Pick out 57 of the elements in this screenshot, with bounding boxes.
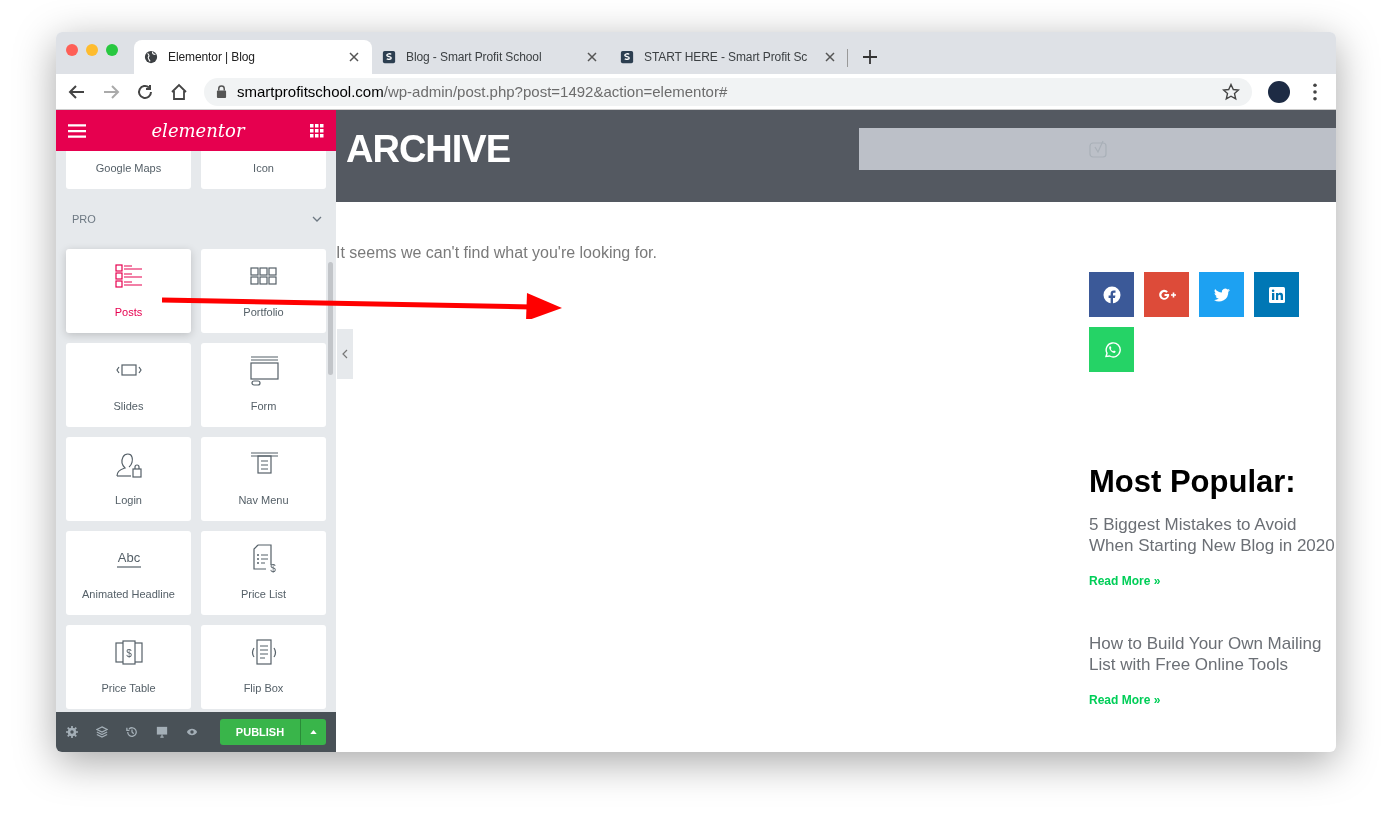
widget-card[interactable]: Icon xyxy=(201,151,326,189)
caret-icon xyxy=(310,729,317,735)
section-header[interactable]: PRO xyxy=(66,189,326,249)
publish-options-button[interactable] xyxy=(300,719,326,745)
browser-tab[interactable]: Blog - Smart Profit School xyxy=(372,40,610,74)
settings-icon[interactable] xyxy=(66,725,78,739)
twitter-icon xyxy=(1212,285,1231,304)
url-text: smartprofitschool.com/wp-admin/post.php?post=1492&action=elementor# xyxy=(237,83,729,100)
post-title: How to Build Your Own Mailing List with Free Online Tools xyxy=(1089,633,1323,675)
section-heading: Most Popular: xyxy=(1089,464,1297,500)
empty-message: It seems we can't find what you're looking for. xyxy=(336,244,657,262)
collapse-handle[interactable] xyxy=(337,329,353,379)
widget-card[interactable]: Flip Box xyxy=(201,625,326,709)
linkedin-icon xyxy=(1267,285,1286,304)
widget-card[interactable]: $ Price List xyxy=(201,531,326,615)
chevron-left-icon xyxy=(342,349,348,359)
post-title: 5 Biggest Mistakes to Avoid When Starting New Blog in 2020 xyxy=(1089,514,1336,556)
share-button[interactable] xyxy=(1254,272,1299,317)
page-title: ARCHIVE xyxy=(346,128,511,171)
form-widget-icon xyxy=(247,354,280,386)
star-icon[interactable] xyxy=(1222,82,1240,101)
site-icon xyxy=(620,50,634,64)
widget-card[interactable]: $ Price Table xyxy=(66,625,191,709)
widget-card[interactable]: Form xyxy=(201,343,326,427)
layers-icon[interactable] xyxy=(96,725,108,739)
share-button[interactable] xyxy=(1199,272,1244,317)
scrollbar[interactable] xyxy=(328,262,333,375)
new-tab-icon[interactable] xyxy=(862,49,878,65)
apps-grid-icon[interactable] xyxy=(310,123,324,138)
share-button[interactable] xyxy=(1144,272,1189,317)
browser-tab[interactable]: START HERE - Smart Profit Sc xyxy=(610,40,848,74)
facebook-icon xyxy=(1102,285,1121,304)
home-icon[interactable] xyxy=(170,82,188,101)
reload-icon[interactable] xyxy=(136,82,154,101)
widget-card[interactable]: Abc Animated Headline xyxy=(66,531,191,615)
widget-card[interactable]: Portfolio xyxy=(201,249,326,333)
share-button[interactable] xyxy=(1089,272,1134,317)
site-icon xyxy=(382,50,396,64)
widget-card[interactable]: Login xyxy=(66,437,191,521)
lock-icon xyxy=(216,85,227,98)
back-icon[interactable] xyxy=(68,82,86,101)
forward-icon[interactable] xyxy=(102,82,120,101)
window-control[interactable] xyxy=(66,44,78,56)
widget-card[interactable]: Slides xyxy=(66,343,191,427)
browser-tab[interactable]: Elementor | Blog xyxy=(134,40,372,74)
whatsapp-icon xyxy=(1102,340,1121,359)
widget-card[interactable]: Posts xyxy=(66,249,191,333)
chevron-down-icon xyxy=(312,214,322,224)
address-bar[interactable]: smartprofitschool.com/wp-admin/post.php?post=1492&action=elementor# xyxy=(204,77,1252,106)
logo: elementor xyxy=(151,120,245,141)
widget-card[interactable]: Google Maps xyxy=(66,151,191,189)
globe-icon xyxy=(144,50,158,64)
widget-card[interactable]: Nav Menu xyxy=(201,437,326,521)
desktop-icon[interactable] xyxy=(156,725,168,739)
menu-icon[interactable] xyxy=(68,121,86,140)
avatar[interactable] xyxy=(1268,80,1290,103)
history-icon[interactable] xyxy=(126,725,138,739)
